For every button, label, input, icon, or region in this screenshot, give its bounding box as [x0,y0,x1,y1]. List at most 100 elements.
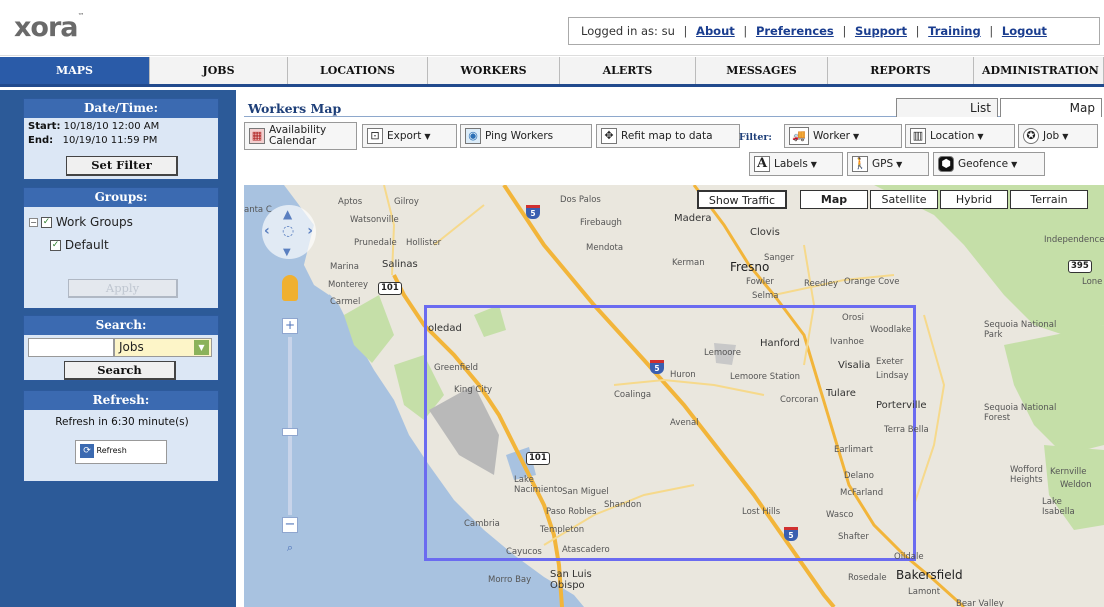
refit-map-button[interactable]: ✥ Refit map to data [596,124,740,148]
tree-default[interactable]: ✓ Default [50,238,109,252]
work-groups-checkbox[interactable]: ✓ [41,217,52,228]
pan-up-icon[interactable]: ▲ [283,207,292,221]
place-label: Sequoia National Park [984,320,1057,340]
ping-workers-button[interactable]: ◉ Ping Workers [460,124,592,148]
refresh-panel: Refresh: Refresh in 6:30 minute(s) ⟳ Ref… [23,390,219,482]
place-label: Wofford Heights [1010,465,1043,485]
groups-panel: Groups: − ✓ Work Groups ✓ Default Apply [23,187,219,309]
place-label: McFarland [840,488,884,498]
place-label: Weldon [1060,480,1092,490]
job-filter-button[interactable]: ✪ Job ▼ [1018,124,1098,148]
apply-button[interactable]: Apply [68,279,178,298]
end-value: 10/19/10 11:59 PM [62,135,158,146]
place-label: Tulare [826,388,856,399]
dropdown-arrow-icon[interactable]: ▼ [194,340,209,355]
main-nav-tabs: MAPS JOBS LOCATIONS WORKERS ALERTS MESSA… [0,57,1104,87]
training-link[interactable]: Training [928,24,981,38]
place-label: Exeter [876,357,904,367]
pan-right-icon[interactable]: › [307,223,313,239]
zoom-out-icon[interactable]: − [282,517,298,533]
place-label: Greenfield [434,363,479,373]
default-checkbox[interactable]: ✓ [50,240,61,251]
set-filter-button[interactable]: Set Filter [66,156,178,176]
end-row: End: 10/19/10 11:59 PM [28,135,158,146]
about-link[interactable]: About [696,24,735,38]
export-button[interactable]: ⊡ Export ▼ [362,124,457,148]
support-link[interactable]: Support [855,24,907,38]
search-title: Search: [24,316,218,335]
tab-workers[interactable]: WORKERS [428,57,560,84]
place-label: Salinas [382,259,418,270]
tab-reports[interactable]: REPORTS [828,57,974,84]
show-traffic-button[interactable]: Show Traffic [697,190,787,209]
preferences-link[interactable]: Preferences [756,24,834,38]
tab-messages[interactable]: MESSAGES [696,57,828,84]
tab-administration[interactable]: ADMINISTRATION [974,57,1104,84]
search-input[interactable] [28,338,114,357]
collapse-icon[interactable]: − [29,218,38,227]
place-label: Wasco [826,510,854,520]
place-label: Porterville [876,400,927,411]
default-label: Default [64,238,109,252]
chevron-down-icon: ▼ [853,131,860,141]
place-label: Earlimart [834,445,874,455]
search-button[interactable]: Search [64,361,176,380]
tab-locations[interactable]: LOCATIONS [288,57,428,84]
pan-left-icon[interactable]: ‹ [264,223,270,239]
zoom-slider[interactable] [288,337,292,515]
availability-calendar-button[interactable]: ▦ Availability Calendar [244,122,357,150]
place-label: Delano [844,471,874,481]
place-label: Lemoore [704,348,742,358]
refresh-countdown: Refresh in 6:30 minute(s) [55,416,189,428]
labels-button[interactable]: A Labels ▼ [749,152,843,176]
zoom-in-icon[interactable]: + [282,318,298,334]
worker-filter-button[interactable]: 🚚 Worker ▼ [784,124,902,148]
tree-work-groups[interactable]: − ✓ Work Groups [29,215,133,229]
chevron-down-icon: ▼ [896,159,903,169]
page-title: Workers Map [248,101,342,116]
tab-maps[interactable]: MAPS [0,57,150,84]
us-101-shield: 101 [526,452,550,465]
xora-logo: xora™ [14,12,85,43]
zoom-handle[interactable] [282,428,298,436]
geofence-button[interactable]: ⬢ Geofence ▼ [933,152,1045,176]
pan-center-icon[interactable]: ◌ [282,223,294,239]
chevron-down-icon: ▼ [977,131,984,141]
refresh-button[interactable]: ⟳ Refresh [75,440,167,464]
map-type-satellite[interactable]: Satellite [870,190,938,209]
search-type-select[interactable]: Jobs ▼ [114,338,212,357]
ca-395-shield: 395 [1068,260,1092,273]
job-icon: ✪ [1023,128,1039,144]
zoom-magnifier-icon[interactable]: ⌕ [282,541,298,557]
location-filter-button[interactable]: ▥ Location ▼ [905,124,1015,148]
us-101-shield: 101 [378,282,402,295]
place-label: Oildale [894,552,924,562]
refresh-button-label: Refresh [96,446,127,455]
tab-alerts[interactable]: ALERTS [560,57,696,84]
place-label: Rosedale [848,573,887,583]
place-label: Bakersfield [896,568,963,582]
place-label: Selma [752,291,779,301]
pan-down-icon[interactable]: ▼ [283,247,291,258]
pegman-icon[interactable] [282,275,298,301]
gps-button[interactable]: 🚶 GPS ▼ [847,152,929,176]
map-type-hybrid[interactable]: Hybrid [940,190,1008,209]
work-groups-label: Work Groups [55,215,133,229]
place-label: Sanger [764,253,795,263]
workers-map[interactable]: ▲ ‹ ◌ › ▼ + − ⌕ Show Traffic Map Satelli… [244,185,1104,607]
tab-map-view[interactable]: Map [1000,98,1102,117]
logout-link[interactable]: Logout [1002,24,1047,38]
place-label: Dos Palos [560,195,601,205]
place-label: Corcoran [780,395,819,405]
logged-in-text: Logged in as: su [581,24,675,38]
place-label: anta C [244,205,272,215]
tab-list-view[interactable]: List [896,98,998,117]
map-type-map[interactable]: Map [800,190,868,209]
interstate-5-shield: 5 [650,360,664,374]
place-label: Morro Bay [488,575,532,585]
place-label: Reedley [804,279,838,289]
tab-jobs[interactable]: JOBS [150,57,288,84]
map-type-terrain[interactable]: Terrain [1010,190,1088,209]
search-type-value: Jobs [119,340,144,354]
labels-icon: A [754,156,770,172]
